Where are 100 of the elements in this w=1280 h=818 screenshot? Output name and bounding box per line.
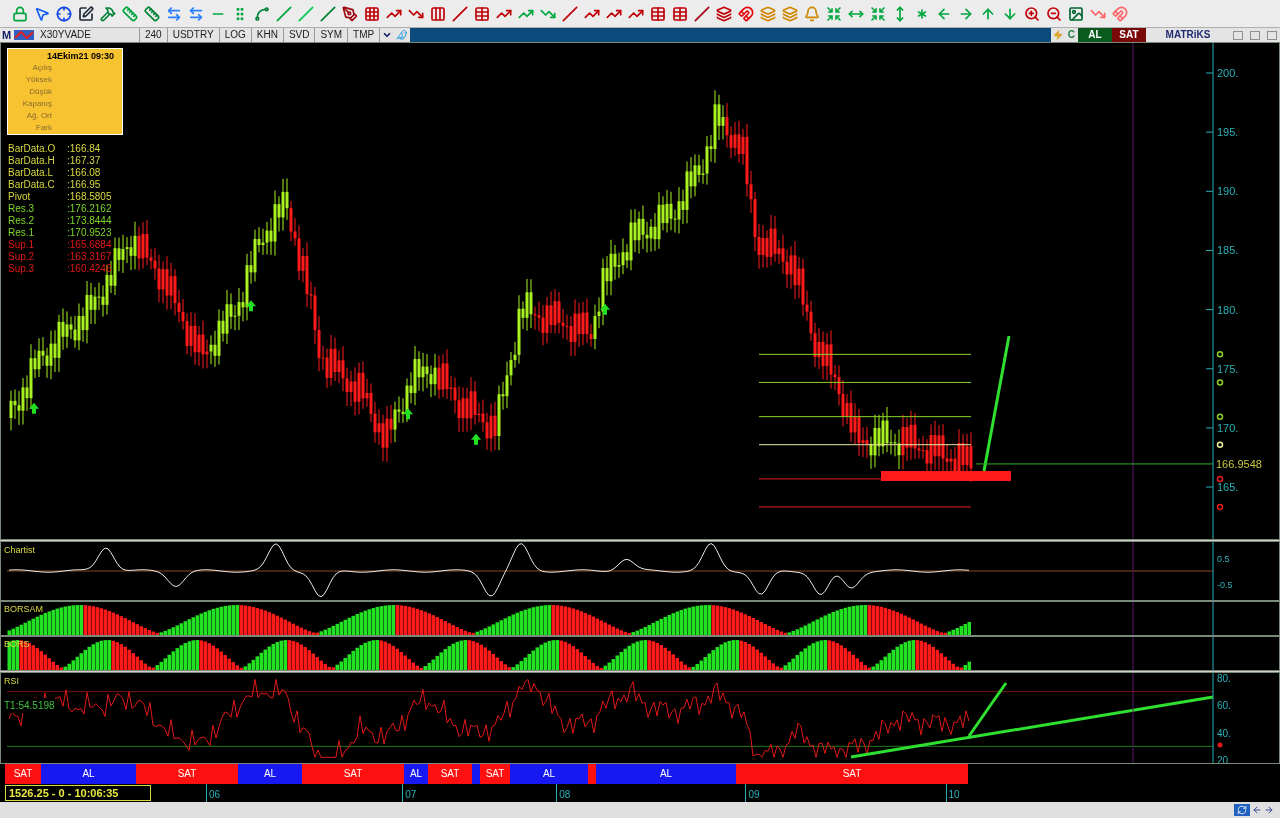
axis-label: 180.	[1217, 303, 1239, 316]
scroll-bar[interactable]	[0, 802, 1280, 818]
field-label: Açılış	[31, 62, 52, 74]
arrow-up-icon	[471, 433, 481, 445]
symbol-tab[interactable]: KHN	[251, 28, 284, 42]
axis-label: 195.	[1217, 126, 1239, 139]
symbol-tab[interactable]: SVD	[283, 28, 316, 42]
data-label: Sup.1	[8, 239, 36, 251]
data-value: :165.6884	[67, 239, 112, 251]
data-label: Sup.3	[8, 263, 36, 275]
symbol-tab[interactable]: USDTRY	[167, 28, 220, 42]
level-marker	[1216, 413, 1224, 420]
last-price-label: 166.9548	[1216, 457, 1262, 470]
level-marker	[1216, 441, 1224, 448]
panel-title: Chartist	[4, 544, 35, 557]
data-label: BarData.O	[8, 143, 57, 155]
date-label: 10	[948, 788, 960, 802]
signal-segment: SAT	[5, 764, 41, 784]
arrow-up-icon	[403, 408, 413, 420]
signal-segment: AL	[238, 764, 302, 784]
data-label: Sup.2	[8, 251, 36, 263]
signal-segment	[588, 764, 596, 784]
refresh-icon[interactable]	[1234, 804, 1250, 816]
diagonal-line-icon[interactable]	[318, 3, 338, 24]
menu-button[interactable]: M	[0, 28, 13, 42]
axis-label: 175.	[1217, 362, 1239, 375]
pen-icon[interactable]	[76, 3, 96, 24]
arrow-up-icon	[29, 402, 39, 414]
axis-label: 60.	[1217, 700, 1231, 712]
symbol-tab[interactable]: 240	[140, 28, 168, 42]
diagonal-line-icon[interactable]	[450, 3, 470, 24]
caret-icon	[382, 30, 393, 40]
data-value: :173.8444	[67, 215, 112, 227]
ruler-icon[interactable]	[142, 3, 162, 24]
data-label: Res.1	[8, 227, 36, 239]
data-label: Res.2	[8, 215, 36, 227]
dropdown-button[interactable]	[380, 28, 395, 42]
axis-label: 200.	[1217, 67, 1239, 79]
panel-title: BORS	[4, 638, 30, 651]
signal-segment: AL	[510, 764, 588, 784]
data-value: :167.37	[67, 155, 101, 167]
close-icon[interactable]	[1266, 30, 1277, 40]
field-label: Yüksek	[24, 74, 52, 86]
field-label: Düşük	[28, 86, 52, 98]
panel-title: RSI	[4, 675, 19, 688]
date-label: 06	[209, 788, 221, 802]
date-label: 09	[748, 788, 760, 802]
field-label: Kapanış	[21, 98, 52, 110]
level-marker	[1216, 379, 1224, 386]
rsi-value: T1:54.5198	[4, 698, 55, 713]
symbol-tab[interactable]: SYM	[315, 28, 349, 42]
signal-segment: SAT	[302, 764, 404, 784]
symbol-tab[interactable]: LOG	[219, 28, 252, 42]
data-value: :168.5805	[67, 191, 112, 203]
axis-label: 190.	[1217, 185, 1239, 198]
field-label: Fark	[35, 122, 52, 134]
symbol-tab[interactable]: X30YVADE	[35, 28, 140, 42]
arrow-right-icon[interactable]	[1264, 805, 1274, 815]
data-value: :166.08	[67, 167, 101, 179]
data-value: :160.4246	[67, 263, 112, 275]
arrow-left-icon[interactable]	[1252, 805, 1262, 815]
data-label: Pivot	[8, 191, 32, 203]
arrow-up-icon	[246, 300, 256, 312]
axis-label: 80.	[1217, 673, 1231, 684]
signal-segment: AL	[404, 764, 428, 784]
lightning-button[interactable]	[1050, 28, 1065, 42]
level-marker	[1216, 351, 1224, 358]
date-label: 08	[559, 788, 571, 802]
diagonal-line-icon[interactable]	[692, 3, 712, 24]
level-marker	[1216, 475, 1224, 483]
restore-icon[interactable]	[1250, 30, 1260, 40]
data-value: :166.95	[67, 179, 101, 191]
field-label: Ağ. Ort	[25, 110, 52, 122]
diagonal-line-icon[interactable]	[560, 3, 580, 24]
axis-label: 185.	[1217, 244, 1239, 257]
data-value: :163.3167	[67, 251, 112, 263]
panel-title: BORSAM	[4, 603, 43, 616]
signal-segment	[472, 764, 480, 784]
level-marker	[1216, 503, 1224, 511]
signal-segment: AL	[41, 764, 136, 784]
signal-segment: SAT	[480, 764, 510, 784]
axis-label: -0.5	[1217, 580, 1233, 590]
data-value: :170.9523	[67, 227, 112, 239]
axis-label: 170.	[1217, 421, 1239, 434]
signal-segment: AL	[596, 764, 736, 784]
minimize-icon[interactable]	[1233, 30, 1244, 40]
buy-button[interactable]: AL	[1078, 28, 1112, 42]
data-value: :166.84	[67, 143, 101, 155]
data-value: :176.2162	[67, 203, 112, 215]
ruler-icon[interactable]	[120, 3, 140, 24]
signal-segment: SAT	[136, 764, 238, 784]
axis-label: 165.	[1217, 481, 1239, 494]
data-label: Res.3	[8, 203, 36, 215]
symbol-tab[interactable]: TMP	[348, 28, 381, 42]
date-label: 07	[405, 788, 417, 802]
date-label: 14Ekim21 09:30	[46, 51, 115, 62]
sell-button[interactable]: SAT	[1112, 28, 1146, 42]
axis-label: 0.5	[1217, 554, 1230, 564]
arrow-up-icon	[600, 303, 610, 315]
data-label: BarData.H	[8, 155, 56, 167]
